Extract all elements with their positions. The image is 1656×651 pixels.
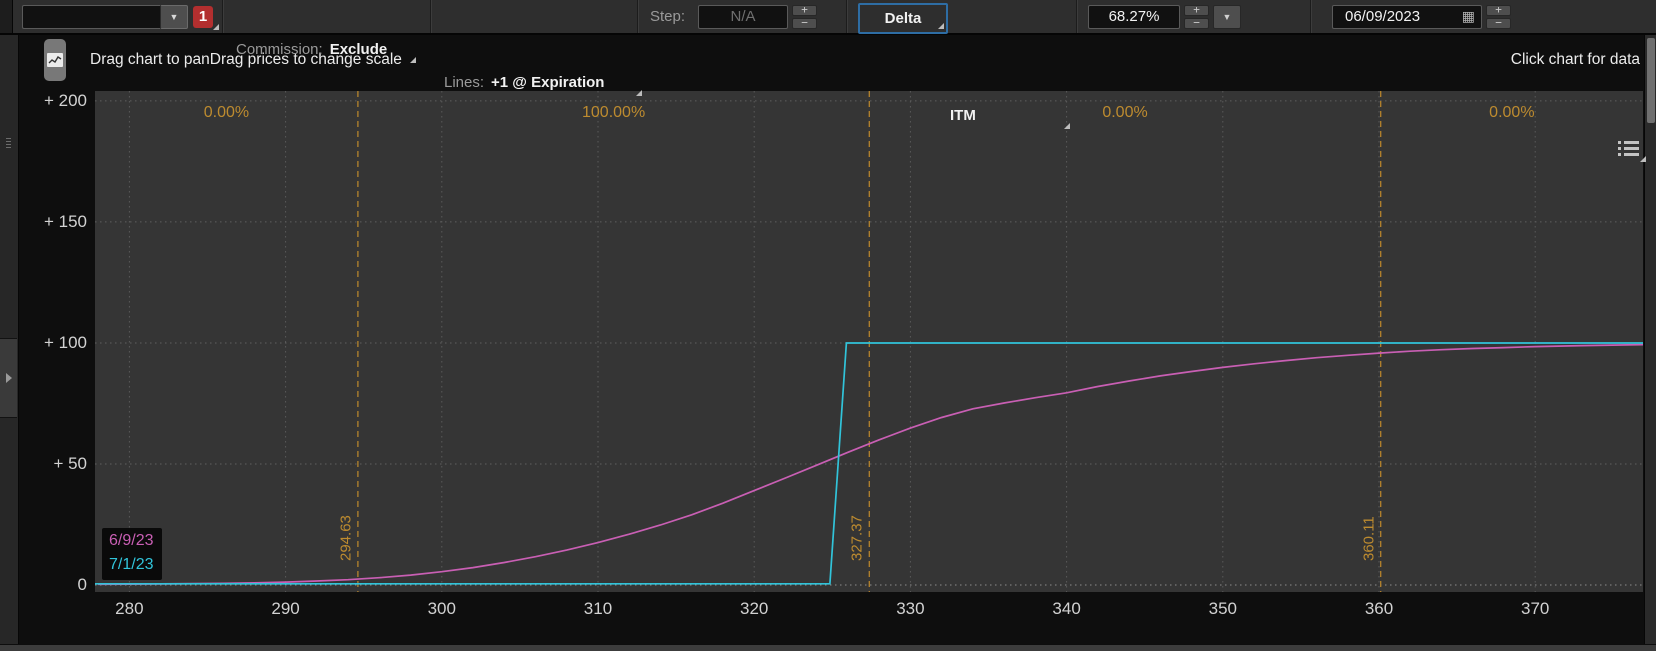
probability-control: 68.27% + − ▼ [1088, 0, 1241, 33]
step-value: N/A [731, 8, 756, 25]
x-tick-label: 320 [719, 599, 789, 619]
chart-gadget-icon[interactable] [44, 39, 66, 81]
y-tick-label: + 150 [7, 212, 87, 232]
right-scrollbar-thumb[interactable] [1647, 38, 1655, 123]
lines-dropdown[interactable]: Lines: +1 @ Expiration [444, 66, 644, 99]
probability-dropdown-button[interactable]: ▼ [1213, 5, 1241, 29]
y-tick-label: 0 [7, 575, 87, 595]
symbol-combo[interactable]: ▼ [22, 0, 188, 33]
expand-right-icon [6, 373, 12, 383]
probability-input[interactable]: 68.27% [1088, 5, 1180, 29]
toolbar-separator [1076, 0, 1078, 33]
toolbar-separator [637, 0, 639, 33]
commission-dropdown[interactable]: Commission: Exclude [236, 33, 418, 66]
step-up-button[interactable]: + [792, 5, 817, 16]
symbol-input[interactable] [22, 5, 160, 29]
delta-button-label: Delta [885, 10, 922, 27]
probability-down-button[interactable]: − [1184, 18, 1209, 29]
date-down-button[interactable]: − [1486, 18, 1511, 29]
x-tick-label: 350 [1188, 599, 1258, 619]
bottom-scrollbar[interactable] [0, 644, 1656, 651]
date-up-button[interactable]: + [1486, 5, 1511, 16]
chart-click-hint: Click chart for data [1511, 51, 1640, 69]
y-tick-label: + 200 [7, 91, 87, 111]
right-scrollbar[interactable] [1644, 35, 1656, 651]
step-label: Step: [650, 8, 685, 25]
step-input[interactable]: N/A [698, 5, 788, 29]
x-tick-label: 340 [1032, 599, 1102, 619]
alert-badge[interactable]: 1 [193, 0, 221, 33]
toolbar-left-edge [0, 0, 13, 33]
y-tick-label: + 50 [7, 454, 87, 474]
chevron-down-icon: ▼ [170, 12, 179, 22]
step-stepper: + − [792, 5, 817, 29]
probability-stepper: + − [1184, 5, 1209, 29]
chevron-down-icon: ▼ [1223, 12, 1232, 22]
date-stepper: + − [1486, 5, 1511, 29]
toolbar-separator [1310, 0, 1312, 33]
commission-value: Exclude [330, 41, 388, 58]
toolbar-separator [222, 0, 224, 33]
x-tick-label: 310 [563, 599, 633, 619]
toolbar: ▼ 1 Commission: Exclude Lines: +1 @ Expi… [0, 0, 1656, 35]
chart-canvas[interactable] [95, 91, 1643, 592]
options-analysis-window: ▼ 1 Commission: Exclude Lines: +1 @ Expi… [0, 0, 1656, 651]
x-tick-label: 280 [94, 599, 164, 619]
delta-mode-button[interactable]: Delta [858, 3, 948, 34]
x-tick-label: 330 [875, 599, 945, 619]
x-tick-label: 290 [251, 599, 321, 619]
symbol-dropdown-button[interactable]: ▼ [160, 5, 188, 29]
x-tick-label: 370 [1500, 599, 1570, 619]
step-control: Step: N/A + − [650, 0, 817, 33]
probability-value: 68.27% [1109, 8, 1160, 25]
commission-label: Commission: [236, 41, 323, 58]
chart-menu-button[interactable] [1612, 132, 1648, 165]
date-control: 06/09/2023 ▦ + − [1332, 0, 1511, 33]
calendar-icon[interactable]: ▦ [1462, 8, 1475, 25]
alert-count: 1 [193, 6, 213, 28]
toolbar-separator [846, 0, 848, 33]
menu-list-icon [1612, 135, 1645, 162]
lines-label: Lines: [444, 74, 484, 91]
mini-chart-icon [48, 55, 62, 65]
x-tick-label: 300 [407, 599, 477, 619]
toolbar-separator [430, 0, 432, 33]
lines-value: +1 @ Expiration [491, 74, 604, 91]
itm-label: ITM [950, 107, 976, 124]
itm-dropdown[interactable]: ITM [950, 99, 1072, 132]
probability-up-button[interactable]: + [1184, 5, 1209, 16]
date-input[interactable]: 06/09/2023 ▦ [1332, 5, 1482, 29]
x-tick-label: 360 [1344, 599, 1414, 619]
step-down-button[interactable]: − [792, 18, 817, 29]
left-panel-rail [0, 35, 19, 645]
y-tick-label: + 100 [7, 333, 87, 353]
chart-plot-area[interactable] [95, 91, 1643, 592]
panel-expand-control[interactable] [0, 338, 17, 418]
panel-drag-handle[interactable] [5, 138, 12, 154]
date-value: 06/09/2023 [1345, 8, 1420, 25]
